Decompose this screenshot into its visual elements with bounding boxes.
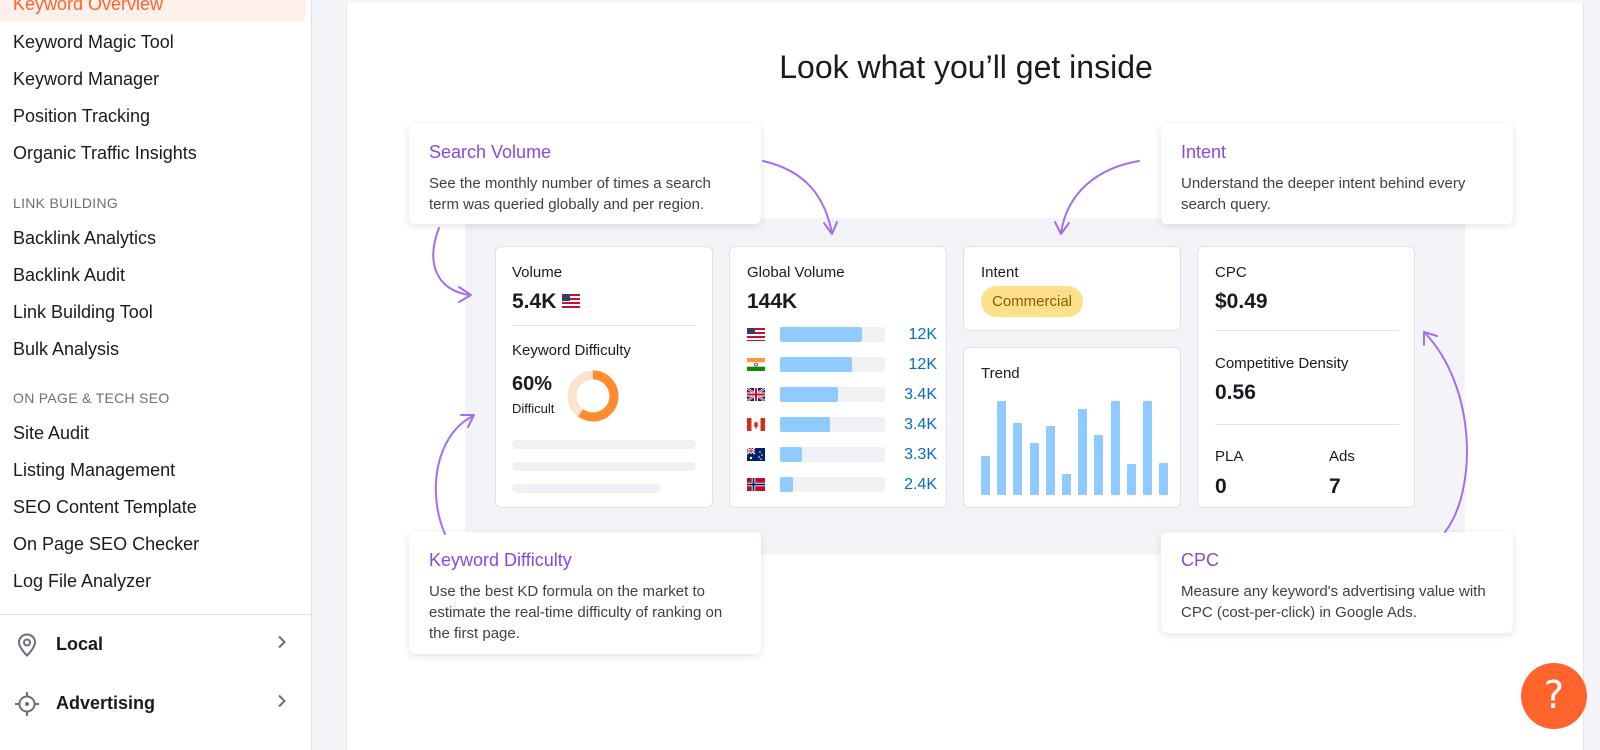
sidebar-item-backlink-analytics[interactable]: Backlink Analytics	[13, 228, 156, 249]
sidebar-group-local[interactable]: Local	[0, 620, 312, 670]
sidebar-item-log-file-analyzer[interactable]: Log File Analyzer	[13, 571, 151, 592]
target-icon	[15, 692, 39, 716]
sidebar-item-on-page-seo-checker[interactable]: On Page SEO Checker	[13, 534, 199, 555]
sidebar-item-link-building-tool[interactable]: Link Building Tool	[13, 302, 153, 323]
arrow-keyword-difficulty	[434, 415, 474, 535]
main-panel: Look what you’ll get inside Volume 5.4K …	[346, 3, 1584, 750]
arrows-overlay	[432, 160, 1468, 535]
arrow-search-volume	[762, 160, 833, 234]
sidebar-item-organic-traffic-insights[interactable]: Organic Traffic Insights	[13, 143, 197, 164]
arrow-intent	[1060, 160, 1140, 234]
sidebar-item-keyword-overview[interactable]: Keyword Overview	[0, 0, 306, 22]
map-pin-icon	[17, 633, 37, 657]
sidebar-item-backlink-audit[interactable]: Backlink Audit	[13, 265, 125, 286]
sidebar-item-site-audit[interactable]: Site Audit	[13, 423, 89, 444]
sidebar-group-advertising[interactable]: Advertising	[0, 679, 312, 729]
chevron-right-icon	[278, 635, 286, 649]
sidebar-item-seo-content-template[interactable]: SEO Content Template	[13, 497, 197, 518]
sidebar-group-label: Advertising	[56, 693, 156, 713]
sidebar-divider	[0, 614, 312, 615]
sidebar-item-position-tracking[interactable]: Position Tracking	[13, 106, 150, 127]
arrow-cpc	[1424, 332, 1468, 533]
arrow-search-volume-left	[432, 227, 471, 296]
section-heading-on-page: ON PAGE & TECH SEO	[13, 390, 170, 406]
help-button[interactable]: ?	[1521, 663, 1587, 729]
section-heading-link-building: LINK BUILDING	[13, 195, 119, 211]
sidebar-item-bulk-analysis[interactable]: Bulk Analysis	[13, 339, 119, 360]
sidebar-group-label: Local	[56, 634, 104, 654]
sidebar-item-keyword-manager[interactable]: Keyword Manager	[13, 69, 159, 90]
chevron-right-icon	[278, 694, 286, 708]
sidebar-item-keyword-magic-tool[interactable]: Keyword Magic Tool	[13, 32, 174, 53]
sidebar-item-listing-management[interactable]: Listing Management	[13, 460, 175, 481]
sidebar-item-label: Keyword Overview	[13, 0, 164, 14]
sidebar: Keyword Overview Keyword Magic Tool Keyw…	[0, 0, 312, 750]
